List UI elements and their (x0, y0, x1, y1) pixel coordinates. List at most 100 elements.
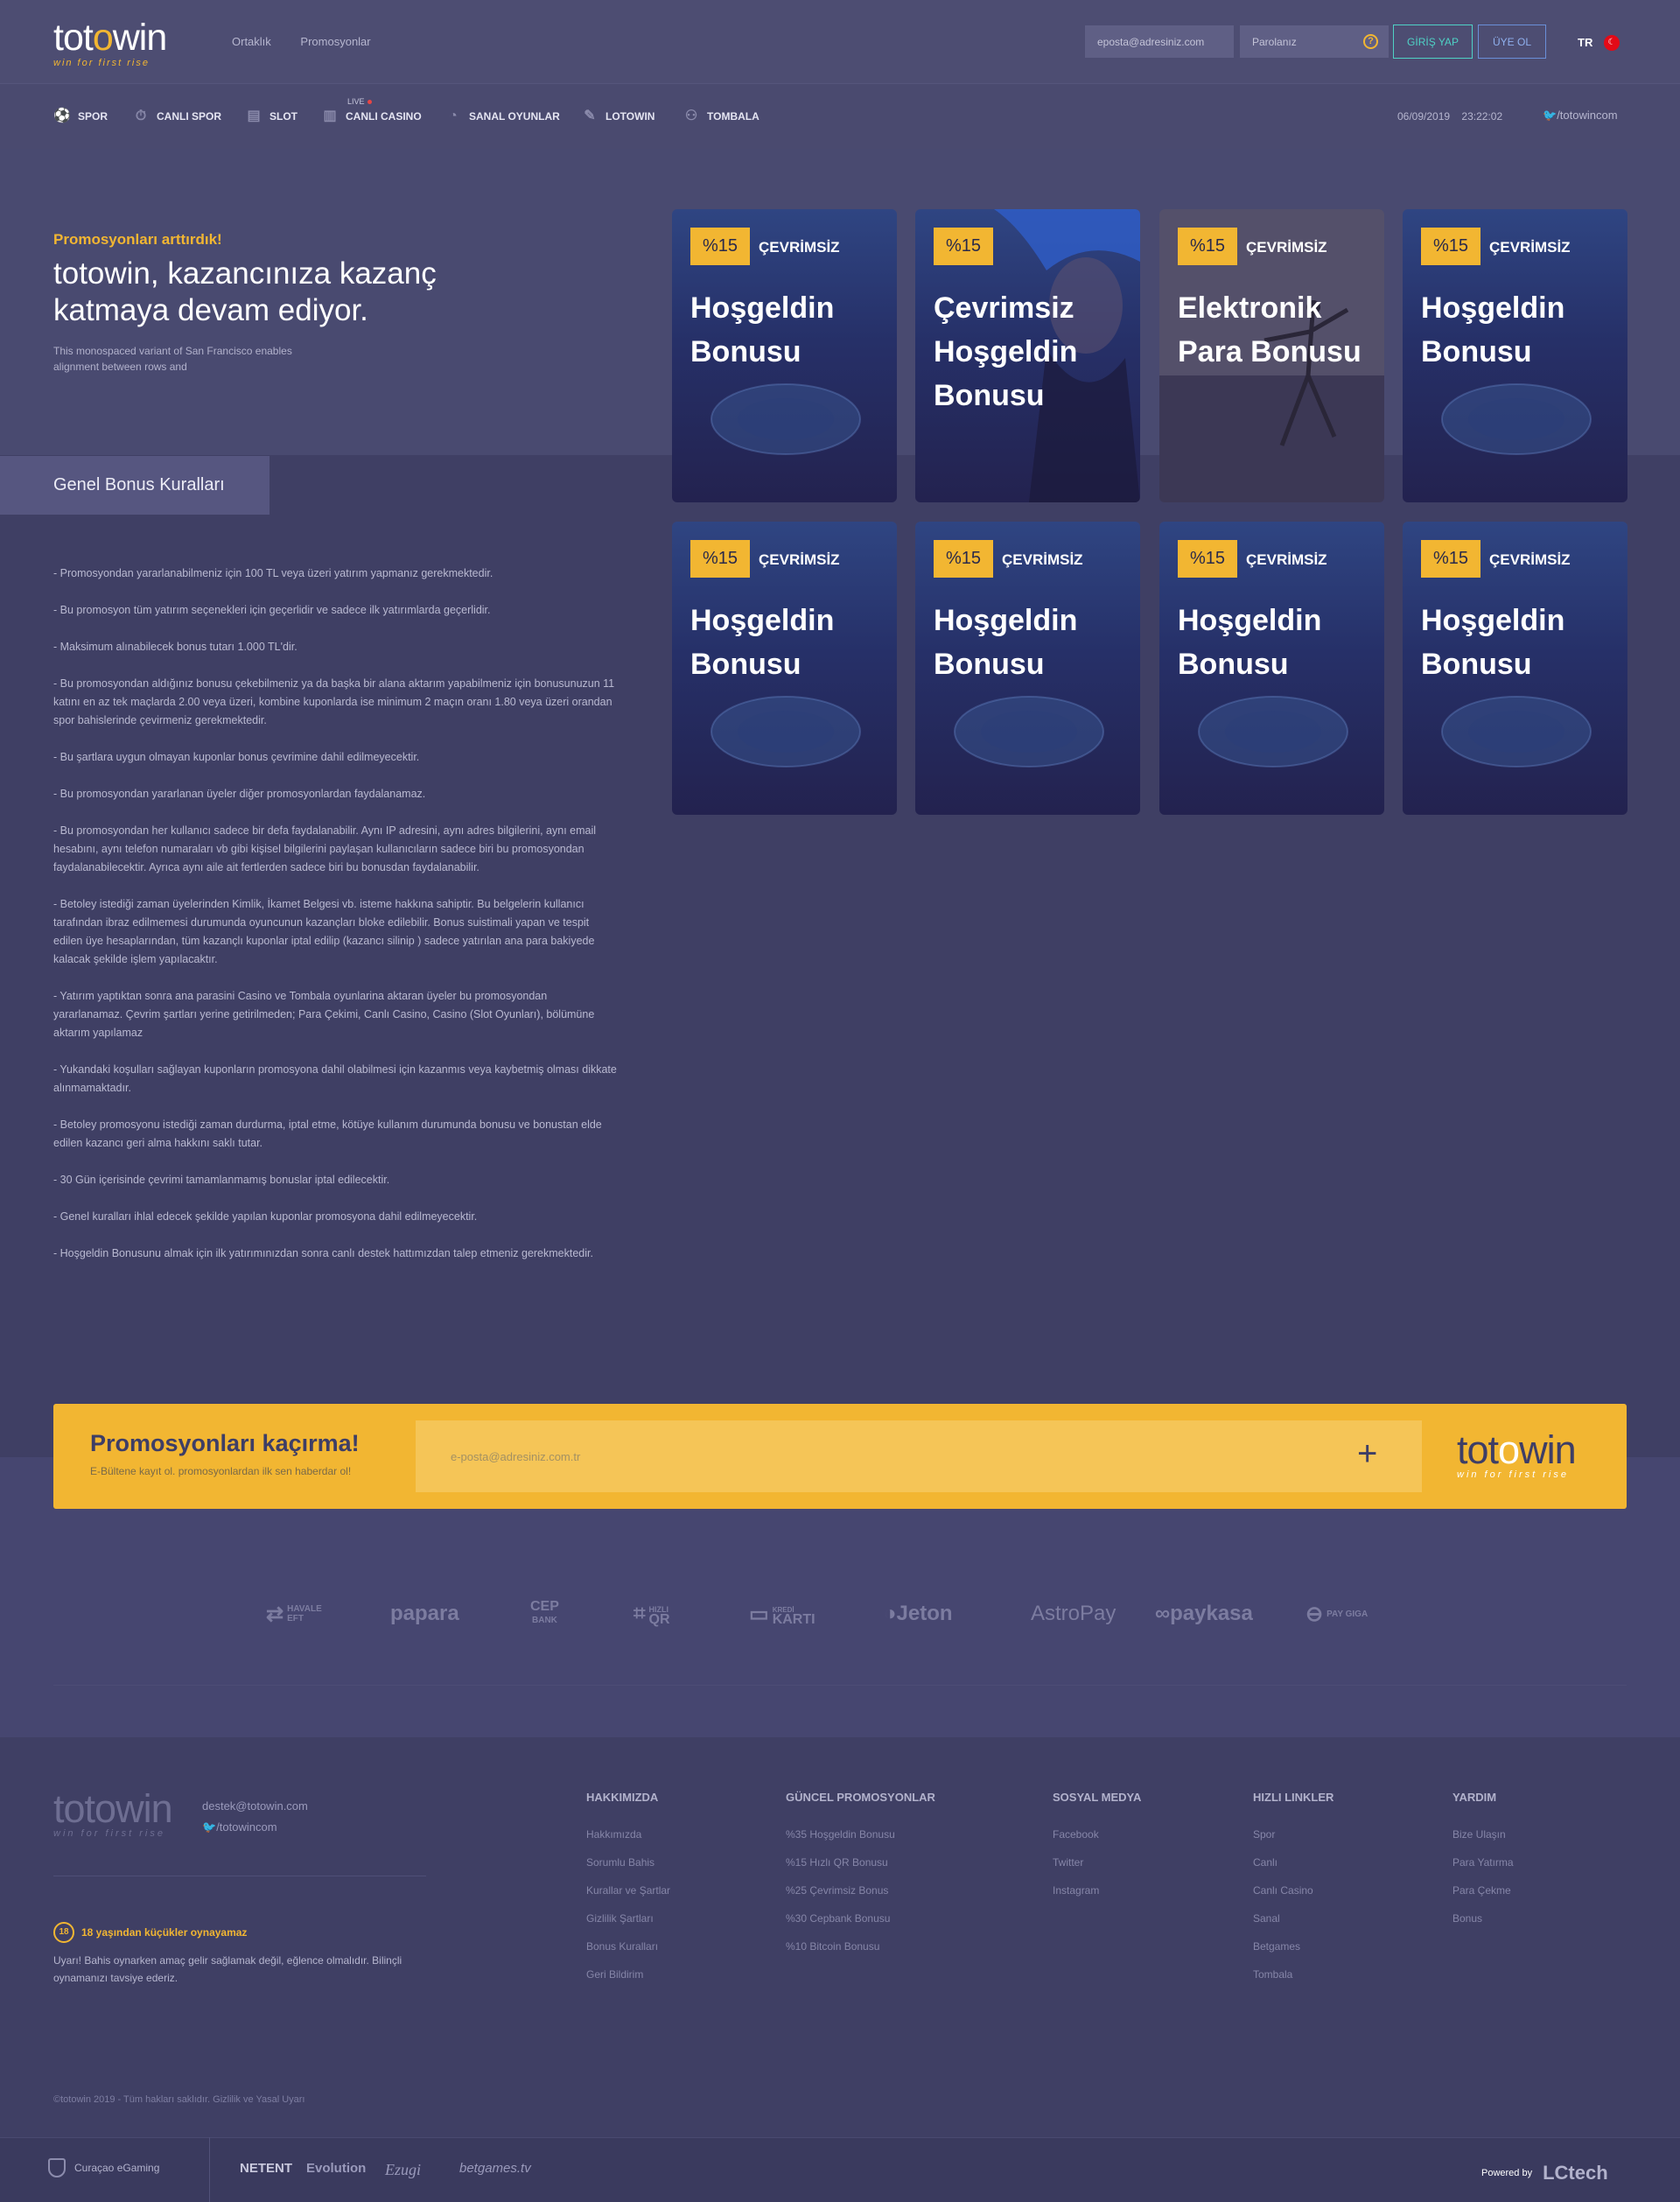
provider-ezugi: Ezugi (385, 2161, 422, 2178)
rule-item: - Maksimum alınabilecek bonus tutarı 1.0… (53, 641, 298, 653)
register-button[interactable]: ÜYE OL (1478, 25, 1546, 59)
footer-link[interactable]: Facebook (1053, 1828, 1141, 1841)
payment-jeton: ◑ Jeton (884, 1602, 953, 1625)
percent-badge: %15 (1178, 228, 1237, 265)
footer-link[interactable]: Twitter (1053, 1856, 1141, 1869)
language-selector[interactable]: TR (1578, 36, 1592, 49)
rule-item: - Bu promosyondan her kullanıcı sadece b… (53, 824, 597, 873)
card-title: Elektronik Para Bonusu (1178, 291, 1362, 368)
rule-item: - Bu şartlara uygun olmayan kuponlar bon… (53, 751, 420, 763)
hero-subtitle: This monospaced variant of San Francisco… (53, 345, 292, 373)
footer-link[interactable]: Betgames (1253, 1940, 1334, 1953)
rule-item: - Bu promosyondan yararlanan üyeler diğe… (53, 788, 426, 800)
percent-badge: %15 (1421, 540, 1480, 578)
footer-link[interactable]: Kurallar ve Şartlar (586, 1884, 670, 1897)
rule-item: - Hoşgeldin Bonusunu almak için ilk yatı… (53, 1247, 593, 1259)
server-datetime: 06/09/2019 23:22:02 (1397, 110, 1503, 123)
rules-tab[interactable]: Genel Bonus Kuralları (0, 456, 270, 515)
link-ortaklik[interactable]: Ortaklık (232, 35, 271, 48)
nav-sanal-oyunlar[interactable]: ◔ SANAL OYUNLAR (444, 108, 560, 125)
footer-link[interactable]: Hakkımızda (586, 1828, 670, 1841)
turkey-flag-icon[interactable]: ☾ (1604, 35, 1620, 51)
percent-badge: %15 (934, 228, 993, 265)
hero-kicker: Promosyonları arttırdık! (53, 231, 222, 248)
footer-link[interactable]: Instagram (1053, 1884, 1141, 1897)
nav-canli-spor[interactable]: ⏱ CANLI SPOR (132, 108, 221, 125)
payment-havale-eft: ⇄ HAVALE EFT (266, 1602, 322, 1626)
footer-link[interactable]: %30 Cepbank Bonusu (786, 1912, 935, 1925)
header-logo[interactable]: totowin win for first rise (53, 19, 167, 69)
footer-contact: destek@totowin.com 🐦/totowincom (202, 1796, 308, 1838)
lottery-icon: ✎ (584, 109, 596, 123)
login-button[interactable]: GİRİŞ YAP (1393, 25, 1473, 59)
card-title: Hoşgeldin Bonusu (690, 604, 835, 681)
footer-email-link[interactable]: destek@totowin.com (202, 1796, 308, 1817)
promo-card[interactable]: %15 ÇEVRİMSİZ Hoşgeldin Bonusu (915, 522, 1140, 815)
footer-link[interactable]: Tombala (1253, 1968, 1334, 1981)
twitter-icon: 🐦 (1543, 109, 1558, 122)
nav-lotowin[interactable]: ✎ LOTOWIN (581, 108, 654, 125)
percent-badge: %15 (934, 540, 993, 578)
card-tag: ÇEVRİMSİZ (759, 239, 840, 256)
card-title: Çevrimsiz Hoşgeldin Bonusu (934, 291, 1078, 412)
help-icon[interactable]: ? (1363, 34, 1378, 49)
nav-canli-casino[interactable]: ▥ CANLI CASINO (321, 108, 421, 125)
footer-link[interactable]: %15 Hızlı QR Bonusu (786, 1856, 935, 1869)
footer-link[interactable]: Sanal (1253, 1912, 1334, 1925)
link-promosyonlar[interactable]: Promosyonlar (300, 35, 370, 48)
card-tag: ÇEVRİMSİZ (1489, 239, 1571, 256)
slot-machine-icon: ▤ (247, 109, 261, 123)
promo-card[interactable]: %15 ÇEVRİMSİZ Elektronik Para Bonusu (1159, 209, 1384, 502)
twitter-link[interactable]: 🐦/totowincom (1543, 109, 1618, 123)
transfer-icon: ⇄ (266, 1602, 284, 1626)
footer-link[interactable]: Para Yatırma (1452, 1856, 1514, 1869)
footer-link[interactable]: Gizlilik Şartları (586, 1912, 670, 1925)
logo-tagline: win for first rise (53, 58, 150, 68)
footer-link[interactable]: Sorumlu Bahis (586, 1856, 670, 1869)
rule-item: - Yukandaki koşulları sağlayan kuponları… (53, 1063, 617, 1094)
card-tag: ÇEVRİMSİZ (759, 551, 840, 568)
footer-divider (53, 1685, 1627, 1686)
footer-link[interactable]: Bonus (1452, 1912, 1514, 1925)
promo-card[interactable]: %15 ÇEVRİMSİZ Hoşgeldin Bonusu (672, 522, 897, 815)
footer-link[interactable]: Spor (1253, 1828, 1334, 1841)
footer-link[interactable]: Bize Ulaşın (1452, 1828, 1514, 1841)
license-curacao[interactable]: Curaçao eGaming (48, 2158, 159, 2177)
footer-link[interactable]: %35 Hoşgeldin Bonusu (786, 1828, 935, 1841)
footer-link[interactable]: Canlı (1253, 1856, 1334, 1869)
nav-slot[interactable]: ▤ SLOT (245, 108, 298, 125)
promo-card[interactable]: %15 ÇEVRİMSİZ Hoşgeldin Bonusu (672, 209, 897, 502)
promo-card[interactable]: %15 ÇEVRİMSİZ Hoşgeldin Bonusu (1159, 522, 1384, 815)
percent-badge: %15 (1421, 228, 1480, 265)
percent-badge: %15 (1178, 540, 1237, 578)
bonus-rules-list: - Promosyondan yararlanabilmeniz için 10… (53, 565, 618, 1281)
footer-logo[interactable]: totowin win for first rise (53, 1789, 173, 1839)
footer-col-promosyonlar: GÜNCEL PROMOSYONLAR %35 Hoşgeldin Bonusu… (786, 1791, 935, 1953)
footer-link[interactable]: %25 Çevrimsiz Bonus (786, 1884, 935, 1897)
nav-tombala[interactable]: ⚇ TOMBALA (682, 108, 760, 125)
footer-link[interactable]: Bonus Kuralları (586, 1940, 670, 1953)
card-title: Hoşgeldin Bonusu (934, 604, 1078, 681)
rule-item: - Bu promosyon tüm yatırım seçenekleri i… (53, 604, 491, 616)
footer-link[interactable]: Para Çekme (1452, 1884, 1514, 1897)
newsletter-logo: totowin win for first rise (1457, 1427, 1577, 1480)
email-input[interactable] (1085, 25, 1234, 58)
promo-card[interactable]: %15 ÇEVRİMSİZ Hoşgeldin Bonusu (1403, 522, 1628, 815)
payment-hizli-qr: ⌗ HIZLI QR (634, 1602, 670, 1627)
payment-astropay: AstroPay (1031, 1602, 1116, 1625)
footer-link[interactable]: %10 Bitcoin Bonusu (786, 1940, 935, 1953)
lctech-logo[interactable]: LCtech (1543, 2162, 1608, 2184)
promo-card[interactable]: %15 ÇEVRİMSİZ Hoşgeldin Bonusu (1403, 209, 1628, 502)
percent-badge: %15 (690, 228, 750, 265)
promo-card[interactable]: %15 Çevrimsiz Hoşgeldin Bonusu (915, 209, 1140, 502)
nav-spor[interactable]: ⚽ SPOR (53, 108, 108, 125)
newsletter-field (416, 1420, 1422, 1492)
payment-kredi-karti: ▭ KREDİ KARTI (749, 1602, 816, 1627)
footer-link[interactable]: Geri Bildirim (586, 1968, 670, 1981)
jeton-icon: ◑ (884, 1602, 897, 1625)
footer-link[interactable]: Canlı Casino (1253, 1884, 1334, 1897)
footer-twitter-link[interactable]: 🐦/totowincom (202, 1817, 308, 1838)
newsletter-email-input[interactable] (416, 1420, 1422, 1492)
subscribe-plus-icon[interactable]: + (1357, 1436, 1377, 1471)
newsletter-box: Promosyonları kaçırma! E-Bültene kayıt o… (53, 1404, 1627, 1509)
